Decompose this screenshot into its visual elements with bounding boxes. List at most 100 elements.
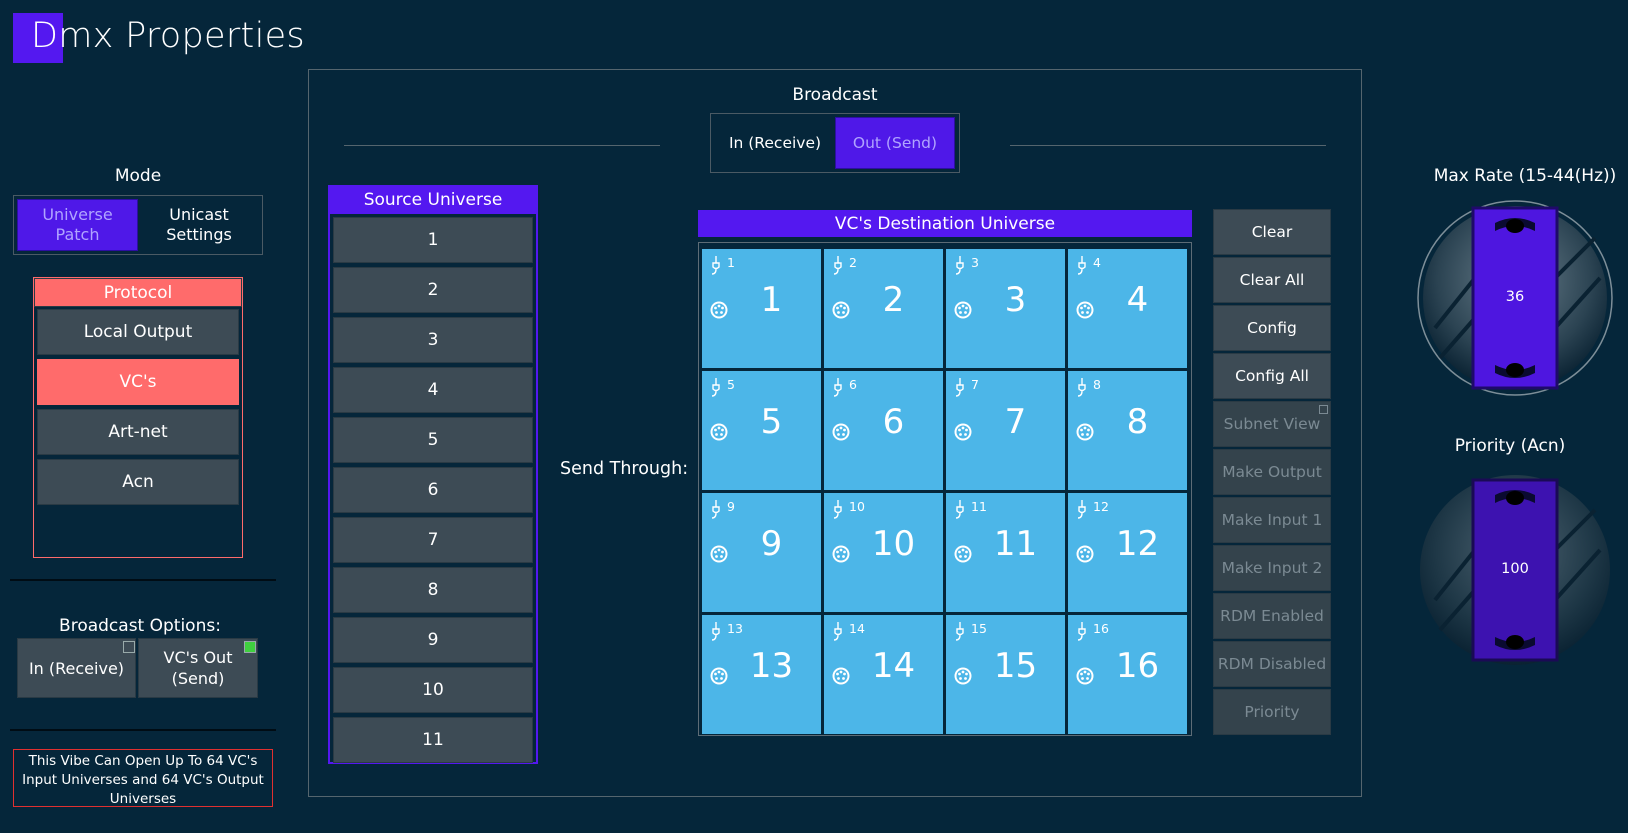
cell-index: 11 [971,499,987,514]
protocol-item-vcs[interactable]: VC's [37,359,239,405]
cell-index: 15 [971,621,987,636]
source-universe-item[interactable]: 7 [333,517,533,563]
cell-number: 16 [1115,646,1160,686]
vc-destination-cell[interactable]: 44 [1068,249,1187,368]
cell-number: 15 [993,646,1038,686]
vc-destination-cell[interactable]: 22 [824,249,943,368]
vc-destination-cell[interactable]: 55 [702,371,821,490]
subnet-view-button[interactable]: Subnet View [1213,401,1331,447]
divider [344,145,660,146]
divider [10,579,276,581]
make-input-1-button[interactable]: Make Input 1 [1213,497,1331,543]
plug-icon [954,499,966,519]
cell-number: 4 [1126,280,1149,320]
source-universe-item[interactable]: 10 [333,667,533,713]
vc-destination-cell[interactable]: 15 15 [946,615,1065,734]
divider [1010,145,1326,146]
vc-destination-header: VC's Destination Universe [698,210,1192,237]
vcs-out-line1: VC's Out [163,648,233,667]
protocol-item-art-net[interactable]: Art-net [37,409,239,455]
config-button[interactable]: Config [1213,305,1331,351]
max-rate-value: 36 [1505,289,1525,305]
source-universe-item[interactable]: 5 [333,417,533,463]
vc-destination-cell[interactable]: 77 [946,371,1065,490]
plug-icon [1076,621,1088,641]
mode-label: Mode [114,166,162,186]
vc-destination-cell[interactable]: 14 14 [824,615,943,734]
cell-index: 1 [727,255,735,270]
source-universe-item[interactable]: 9 [333,617,533,663]
make-input-2-button[interactable]: Make Input 2 [1213,545,1331,591]
divider [10,729,276,731]
source-universe-item[interactable]: 1 [333,217,533,263]
clear-all-button[interactable]: Clear All [1213,257,1331,303]
cell-index: 7 [971,377,979,392]
priority-button[interactable]: Priority [1213,689,1331,735]
plug-icon [954,255,966,275]
broadcast-options-label: Broadcast Options: [59,616,221,636]
vc-destination-cell[interactable]: 13 13 [702,615,821,734]
cell-number: 1 [760,280,783,320]
vc-destination-cell[interactable]: 12 12 [1068,493,1187,612]
rdm-disabled-button[interactable]: RDM Disabled [1213,641,1331,687]
config-all-button[interactable]: Config All [1213,353,1331,399]
plug-icon [710,499,722,519]
source-universe-item[interactable]: 4 [333,367,533,413]
vc-destination-cell[interactable]: 16 16 [1068,615,1187,734]
protocol-item-acn[interactable]: Acn [37,459,239,505]
rdm-enabled-button[interactable]: RDM Enabled [1213,593,1331,639]
vc-destination-cell[interactable]: 99 [702,493,821,612]
vcs-out-line2: (Send) [171,669,225,688]
cell-number: 6 [882,402,905,442]
info-message: This Vibe Can Open Up To 64 VC's Input U… [13,749,273,807]
cell-index: 10 [849,499,865,514]
broadcast-label: Broadcast [792,85,878,105]
cell-index: 6 [849,377,857,392]
cell-number: 13 [749,646,794,686]
plug-icon [832,621,844,641]
broadcast-in-button[interactable]: In (Receive) [715,117,835,169]
cell-index: 2 [849,255,857,270]
vc-destination-cell[interactable]: 10 10 [824,493,943,612]
vc-destination-cell[interactable]: 33 [946,249,1065,368]
cell-number: 9 [760,524,783,564]
cell-number: 11 [993,524,1038,564]
plug-icon [832,255,844,275]
vc-destination-cell[interactable]: 11 11 [946,493,1065,612]
unicast-settings-button[interactable]: Unicast Settings [140,199,258,251]
plug-icon [954,621,966,641]
cell-index: 13 [727,621,743,636]
plug-icon [1076,255,1088,275]
universe-patch-button[interactable]: Universe Patch [17,199,138,251]
clear-button[interactable]: Clear [1213,209,1331,255]
source-universe-item[interactable]: 11 [333,717,533,763]
source-universe-item[interactable]: 6 [333,467,533,513]
source-universe-header: Source Universe [328,185,538,214]
vcs-out-indicator [244,641,256,653]
source-universe-item[interactable]: 2 [333,267,533,313]
universe-patch-line1: Universe [42,205,113,224]
plug-icon [954,377,966,397]
broadcast-out-button[interactable]: Out (Send) [835,117,955,169]
vc-destination-cell[interactable]: 66 [824,371,943,490]
source-universe-item[interactable]: 8 [333,567,533,613]
cell-number: 5 [760,402,783,442]
vc-destination-cell[interactable]: 11 [702,249,821,368]
vcs-out-send-button[interactable]: VC's Out (Send) [138,638,258,698]
priority-label: Priority (Acn) [1454,436,1566,456]
cell-index: 9 [727,499,735,514]
cell-index: 14 [849,621,865,636]
make-output-button[interactable]: Make Output [1213,449,1331,495]
page-title: Dmx Properties [31,16,305,56]
broadcast-in-receive-button[interactable]: In (Receive) [17,638,136,698]
source-universe-item[interactable]: 3 [333,317,533,363]
max-rate-label: Max Rate (15-44(Hz)) [1433,166,1617,186]
vc-destination-cell[interactable]: 88 [1068,371,1187,490]
subnet-view-indicator [1319,405,1328,414]
unicast-line2: Settings [166,225,232,244]
universe-patch-line2: Patch [55,225,100,244]
in-receive-indicator [123,641,135,653]
send-through-label: Send Through: [560,459,689,479]
protocol-item-local-output[interactable]: Local Output [37,309,239,355]
cell-index: 12 [1093,499,1109,514]
